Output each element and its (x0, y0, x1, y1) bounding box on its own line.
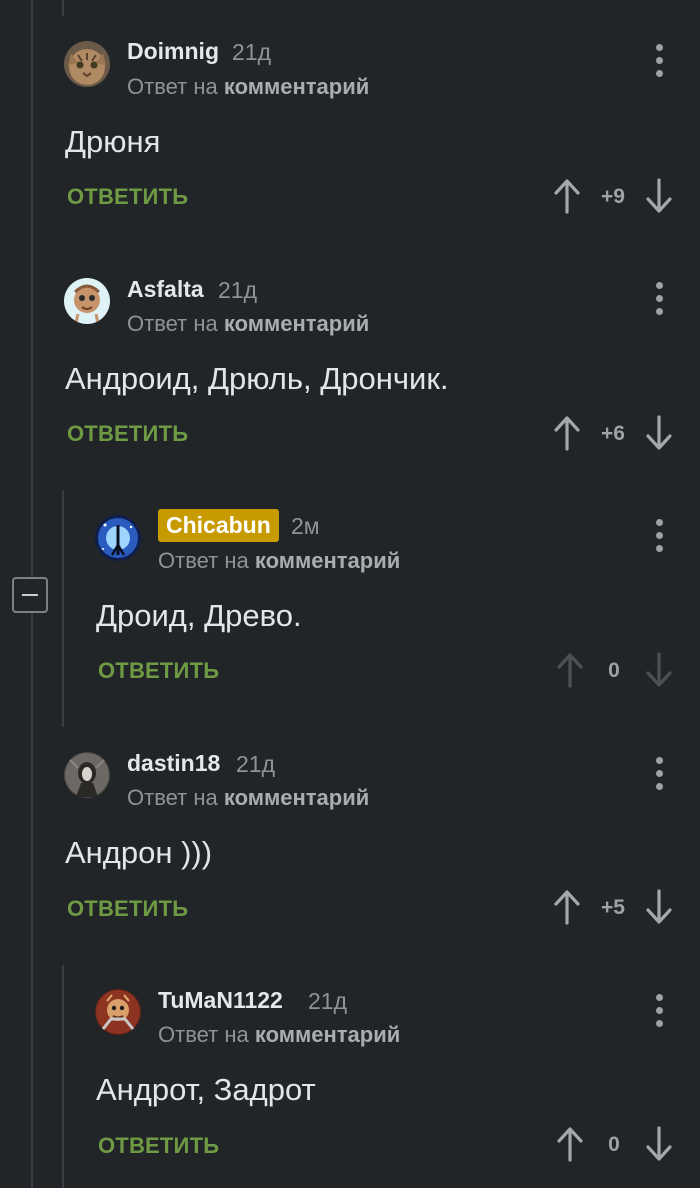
comment-text: Андрот, Задрот (96, 1072, 316, 1107)
vote-score: +9 (601, 185, 625, 208)
thread-line-outer (31, 613, 33, 1188)
reply-to-line: Ответ на комментарий (158, 1022, 400, 1048)
more-vertical-icon[interactable] (649, 757, 669, 791)
reply-to-link[interactable]: комментарий (224, 785, 369, 810)
arrow-down-icon[interactable] (644, 178, 674, 214)
comment-text: Дроид, Древо. (96, 598, 302, 633)
avatar[interactable] (64, 278, 110, 324)
comment-time: 21д (308, 988, 348, 1014)
comment-time: 21д (236, 751, 276, 777)
comment-time: 21д (232, 39, 272, 65)
username[interactable]: TuMaN1122 (158, 987, 283, 1014)
reply-button[interactable]: ОТВЕТИТЬ (67, 421, 188, 447)
thread-line-inner (62, 0, 64, 16)
comment-text: Андроид, Дрюль, Дрончик. (65, 361, 449, 396)
reply-to-link[interactable]: комментарий (255, 1022, 400, 1047)
reply-to-line: Ответ на комментарий (127, 74, 369, 100)
reply-to-link[interactable]: комментарий (224, 311, 369, 336)
reply-to-prefix: Ответ на (127, 74, 218, 99)
arrow-up-icon[interactable] (552, 178, 582, 214)
arrow-down-icon[interactable] (644, 889, 674, 925)
reply-to-link[interactable]: комментарий (255, 548, 400, 573)
avatar[interactable] (95, 989, 141, 1035)
reply-to-line: Ответ на комментарий (127, 311, 369, 337)
arrow-up-icon[interactable] (552, 889, 582, 925)
avatar[interactable] (95, 515, 141, 561)
thread-line-inner (62, 490, 64, 727)
reply-button[interactable]: ОТВЕТИТЬ (98, 1133, 219, 1159)
reply-to-prefix: Ответ на (158, 1022, 249, 1047)
comment-text: Андрон ))) (65, 835, 213, 870)
reply-to-prefix: Ответ на (127, 785, 218, 810)
arrow-up-icon[interactable] (555, 1126, 585, 1162)
comment-time: 2м (291, 513, 320, 539)
vote-score: 0 (608, 1133, 620, 1156)
username[interactable]: Doimnig (127, 38, 219, 65)
vote-score: 0 (608, 659, 620, 682)
reply-to-prefix: Ответ на (158, 548, 249, 573)
username[interactable]: Chicabun (158, 509, 279, 542)
arrow-down-icon[interactable] (644, 652, 674, 688)
reply-to-line: Ответ на комментарий (127, 785, 369, 811)
collapse-thread-button[interactable] (12, 577, 48, 613)
more-vertical-icon[interactable] (649, 519, 669, 553)
arrow-up-icon[interactable] (552, 415, 582, 451)
avatar[interactable] (64, 752, 110, 798)
arrow-up-icon[interactable] (555, 652, 585, 688)
reply-to-link[interactable]: комментарий (224, 74, 369, 99)
thread-line-outer (31, 0, 33, 577)
username[interactable]: Asfalta (127, 276, 204, 303)
username[interactable]: dastin18 (127, 750, 220, 777)
reply-to-prefix: Ответ на (127, 311, 218, 336)
more-vertical-icon[interactable] (649, 994, 669, 1028)
reply-button[interactable]: ОТВЕТИТЬ (98, 658, 219, 684)
comment-text: Дрюня (65, 124, 161, 159)
arrow-down-icon[interactable] (644, 415, 674, 451)
comment-time: 21д (218, 277, 258, 303)
reply-button[interactable]: ОТВЕТИТЬ (67, 896, 188, 922)
vote-score: +6 (601, 422, 625, 445)
more-vertical-icon[interactable] (649, 44, 669, 78)
vote-score: +5 (601, 896, 625, 919)
avatar[interactable] (64, 41, 110, 87)
thread-line-inner (62, 965, 64, 1188)
more-vertical-icon[interactable] (649, 282, 669, 316)
reply-to-line: Ответ на комментарий (158, 548, 400, 574)
arrow-down-icon[interactable] (644, 1126, 674, 1162)
reply-button[interactable]: ОТВЕТИТЬ (67, 184, 188, 210)
